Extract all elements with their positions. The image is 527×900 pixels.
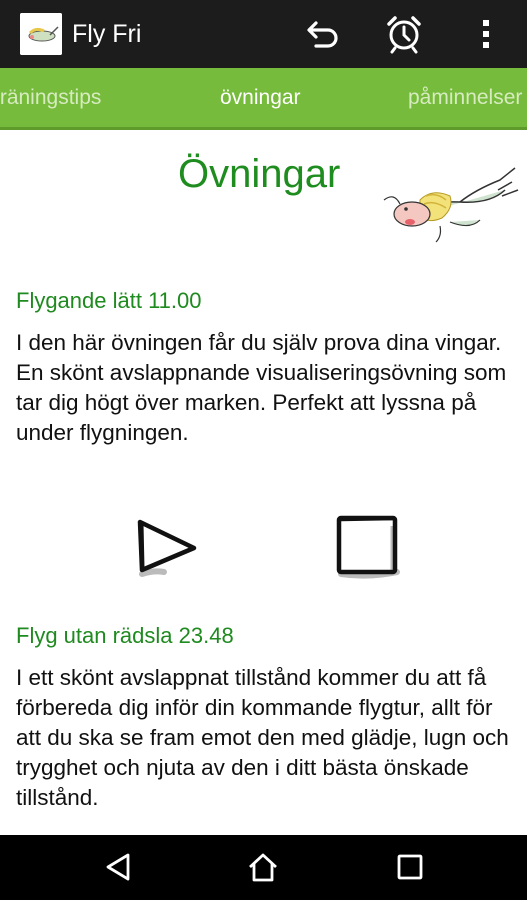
- flying-person-illustration: [383, 167, 519, 243]
- play-button[interactable]: [132, 512, 202, 582]
- overflow-menu-button[interactable]: [466, 14, 506, 54]
- stop-button[interactable]: [333, 512, 403, 582]
- tab-traningstips[interactable]: träningstips: [0, 86, 101, 110]
- content-scroll[interactable]: Övningar Flygande lätt 11.00 I den här ö…: [0, 130, 527, 835]
- action-bar: Fly Fri: [0, 0, 527, 68]
- play-icon: [137, 519, 197, 577]
- tab-paminnelser[interactable]: påminnelser: [408, 86, 522, 110]
- home-button[interactable]: [245, 849, 281, 885]
- app-title: Fly Fri: [72, 20, 142, 48]
- back-icon: [106, 853, 130, 881]
- alarm-clock-icon: [387, 16, 421, 54]
- page-title: Övningar: [178, 152, 341, 196]
- overflow-menu-icon: [483, 20, 489, 48]
- track-description: I ett skönt avslappnat tillstånd kommer …: [16, 665, 509, 810]
- tab-ovningar[interactable]: övningar: [220, 86, 301, 110]
- alarm-button[interactable]: [384, 14, 424, 54]
- system-nav-bar: [0, 835, 527, 900]
- app-logo-icon[interactable]: [20, 13, 62, 55]
- home-icon: [249, 853, 277, 882]
- back-button[interactable]: [100, 849, 136, 885]
- undo-button[interactable]: [302, 14, 342, 54]
- recents-button[interactable]: [392, 849, 428, 885]
- stop-icon: [336, 515, 400, 579]
- recents-icon: [397, 854, 423, 880]
- track-title: Flygande lätt 11.00: [16, 288, 202, 313]
- undo-icon: [307, 21, 338, 48]
- track-description: I den här övningen får du själv prova di…: [16, 330, 507, 445]
- track-title: Flyg utan rädsla 23.48: [16, 623, 234, 648]
- tab-strip: träningstips övningar påminnelser: [0, 68, 527, 130]
